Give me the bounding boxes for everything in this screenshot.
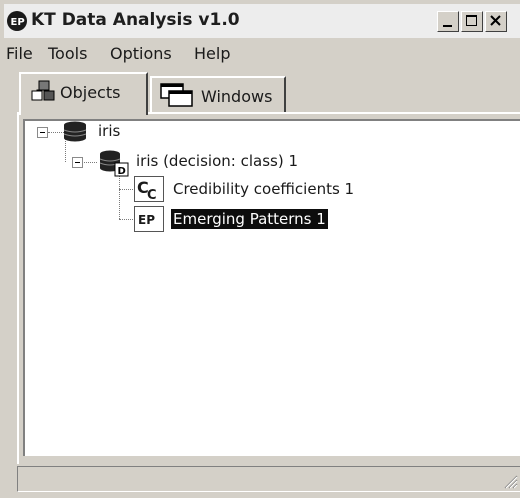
maximize-button[interactable] (461, 11, 483, 32)
emerging-patterns-icon: EP (134, 206, 164, 232)
tree-connector (119, 189, 133, 190)
credibility-coefficients-icon: C C (134, 176, 164, 203)
svg-text:EP: EP (138, 213, 155, 227)
tree-node-decision-table[interactable]: iris (decision: class) 1 (134, 151, 300, 171)
svg-text:C: C (147, 188, 157, 201)
object-tree[interactable]: iris D iris (decision: class) 1 C C Cred… (23, 119, 520, 456)
tab-windows-label: Windows (201, 87, 273, 106)
svg-text:EP: EP (11, 17, 25, 28)
menu-file[interactable]: File (6, 44, 33, 63)
windows-icon (160, 83, 193, 107)
tree-node-credibility-coefficients[interactable]: Credibility coefficients 1 (171, 179, 356, 199)
window-title: KT Data Analysis v1.0 (31, 10, 240, 30)
database-icon (63, 121, 87, 142)
objects-icon (31, 80, 55, 101)
maximize-icon (466, 15, 477, 26)
menu-help[interactable]: Help (194, 44, 230, 63)
tab-windows[interactable]: Windows (150, 76, 286, 112)
application-window: EP KT Data Analysis v1.0 File Tools Opti… (0, 0, 520, 498)
status-bar (17, 466, 520, 492)
menu-options[interactable]: Options (110, 44, 172, 63)
app-logo-icon: EP (7, 11, 27, 31)
title-bar[interactable]: EP KT Data Analysis v1.0 (4, 4, 520, 38)
collapse-iris-toggle[interactable] (37, 127, 48, 138)
close-button[interactable] (485, 11, 507, 32)
decision-database-icon: D (99, 150, 129, 177)
svg-text:D: D (118, 166, 126, 177)
tree-node-emerging-patterns[interactable]: Emerging Patterns 1 (171, 209, 328, 229)
minimize-button[interactable] (437, 11, 459, 32)
collapse-decision-table-toggle[interactable] (72, 157, 83, 168)
tree-connector (119, 219, 133, 220)
menu-tools[interactable]: Tools (48, 44, 87, 63)
minimize-icon (443, 25, 452, 27)
close-icon (490, 15, 501, 26)
tab-objects[interactable]: Objects (19, 72, 148, 115)
tree-node-iris[interactable]: iris (96, 121, 122, 141)
tab-objects-label: Objects (60, 83, 121, 102)
menu-bar: File Tools Options Help (4, 42, 520, 66)
resize-grip-icon[interactable] (502, 473, 518, 489)
tree-connector (81, 162, 97, 163)
